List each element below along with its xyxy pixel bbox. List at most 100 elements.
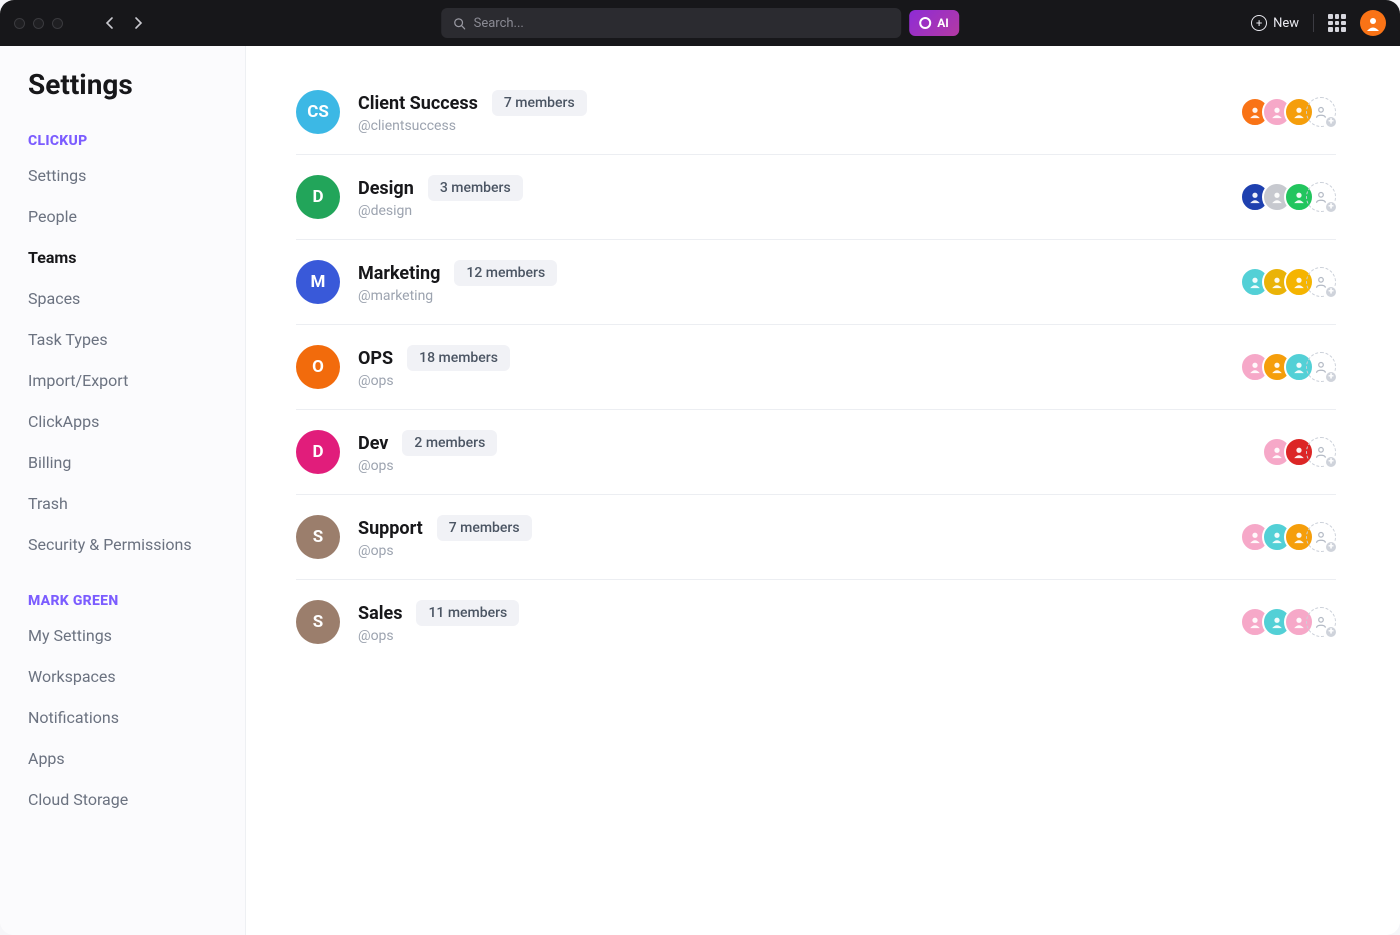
person-icon (1270, 445, 1284, 459)
person-icon (1292, 190, 1306, 204)
team-badge: D (296, 175, 340, 219)
app-window: AI + New Settings CLICKUP Settings Peopl… (0, 0, 1400, 935)
sidebar-item-notifications[interactable]: Notifications (0, 697, 245, 738)
person-icon (1248, 105, 1262, 119)
add-member-button[interactable]: + (1306, 352, 1336, 382)
team-badge: S (296, 600, 340, 644)
add-member-button[interactable]: + (1306, 267, 1336, 297)
close-dot[interactable] (14, 18, 25, 29)
person-icon (1292, 275, 1306, 289)
sidebar-item-apps[interactable]: Apps (0, 738, 245, 779)
sidebar-item-workspaces[interactable]: Workspaces (0, 656, 245, 697)
plus-icon: + (1324, 200, 1338, 214)
team-row[interactable]: O OPS 18 members @ops + (296, 325, 1336, 410)
new-label: New (1273, 16, 1299, 31)
team-row[interactable]: D Dev 2 members @ops + (296, 410, 1336, 495)
ai-button[interactable]: AI (909, 10, 959, 36)
team-row[interactable]: D Design3 members@design + (296, 155, 1336, 240)
sidebar-group-workspace: CLICKUP (0, 123, 245, 155)
apps-grid-icon[interactable] (1328, 14, 1346, 32)
team-info: Client Success7 members@clientsuccess (358, 90, 587, 134)
sidebar: Settings CLICKUP Settings People Teams S… (0, 46, 246, 935)
team-info: Sales11 members@ops (358, 600, 519, 644)
search-bar[interactable] (441, 8, 901, 38)
add-member-button[interactable]: + (1306, 182, 1336, 212)
team-info: Design3 members@design (358, 175, 523, 219)
team-name-line: OPS 18 members (358, 345, 510, 371)
member-count-chip: 11 members (416, 600, 519, 626)
titlebar: AI + New (0, 0, 1400, 46)
add-member-button[interactable]: + (1306, 437, 1336, 467)
window-controls (14, 18, 63, 29)
minimize-dot[interactable] (33, 18, 44, 29)
member-avatars: + (1240, 607, 1336, 637)
team-badge: O (296, 345, 340, 389)
member-count-chip: 12 members (454, 260, 557, 286)
team-name-line: Sales11 members (358, 600, 519, 626)
person-icon (1248, 530, 1262, 544)
back-button[interactable] (99, 12, 121, 34)
plus-icon: + (1324, 625, 1338, 639)
sidebar-item-security[interactable]: Security & Permissions (0, 524, 245, 565)
person-icon (1292, 360, 1306, 374)
plus-circle-icon: + (1251, 15, 1267, 31)
team-row[interactable]: S Support7 members@ops + (296, 495, 1336, 580)
member-avatars: + (1240, 522, 1336, 552)
maximize-dot[interactable] (52, 18, 63, 29)
add-member-button[interactable]: + (1306, 97, 1336, 127)
person-icon (1248, 615, 1262, 629)
sidebar-item-import-export[interactable]: Import/Export (0, 360, 245, 401)
main-content: CS Client Success7 members@clientsuccess +… (246, 46, 1400, 935)
member-count-chip: 2 members (402, 430, 497, 456)
sidebar-item-clickapps[interactable]: ClickApps (0, 401, 245, 442)
sidebar-item-task-types[interactable]: Task Types (0, 319, 245, 360)
forward-button[interactable] (127, 12, 149, 34)
team-badge: D (296, 430, 340, 474)
new-button[interactable]: + New (1251, 15, 1299, 31)
person-icon (1292, 105, 1306, 119)
sidebar-item-teams[interactable]: Teams (0, 237, 245, 278)
sidebar-item-cloud-storage[interactable]: Cloud Storage (0, 779, 245, 820)
person-icon (1248, 190, 1262, 204)
team-name: OPS (358, 348, 393, 369)
team-info: OPS 18 members @ops (358, 345, 510, 389)
team-handle: @ops (358, 458, 497, 474)
team-info: Dev 2 members @ops (358, 430, 497, 474)
team-row[interactable]: M Marketing 12 members @marketing + (296, 240, 1336, 325)
team-row[interactable]: S Sales11 members@ops + (296, 580, 1336, 664)
team-info: Support7 members@ops (358, 515, 532, 559)
team-name-line: Dev 2 members (358, 430, 497, 456)
plus-icon: + (1324, 115, 1338, 129)
team-badge: S (296, 515, 340, 559)
member-count-chip: 7 members (437, 515, 532, 541)
person-icon (1270, 190, 1284, 204)
sidebar-item-settings[interactable]: Settings (0, 155, 245, 196)
add-member-button[interactable]: + (1306, 607, 1336, 637)
add-member-button[interactable]: + (1306, 522, 1336, 552)
plus-icon: + (1324, 285, 1338, 299)
topbar-right: + New (1251, 10, 1386, 36)
team-name: Marketing (358, 263, 440, 284)
team-badge: M (296, 260, 340, 304)
page-title: Settings (0, 68, 245, 123)
team-row[interactable]: CS Client Success7 members@clientsuccess + (296, 84, 1336, 155)
sidebar-item-people[interactable]: People (0, 196, 245, 237)
person-icon (1270, 360, 1284, 374)
member-avatars: + (1262, 437, 1336, 467)
ai-label: AI (937, 16, 949, 30)
sidebar-item-trash[interactable]: Trash (0, 483, 245, 524)
user-avatar[interactable] (1360, 10, 1386, 36)
team-name: Design (358, 178, 414, 199)
team-badge: CS (296, 90, 340, 134)
team-name: Dev (358, 433, 388, 454)
team-handle: @ops (358, 373, 510, 389)
sidebar-item-spaces[interactable]: Spaces (0, 278, 245, 319)
plus-icon: + (1324, 370, 1338, 384)
search-input[interactable] (474, 16, 890, 31)
person-icon (1248, 275, 1262, 289)
member-count-chip: 7 members (492, 90, 587, 116)
member-count-chip: 18 members (407, 345, 510, 371)
sidebar-item-billing[interactable]: Billing (0, 442, 245, 483)
team-handle: @marketing (358, 288, 557, 304)
sidebar-item-my-settings[interactable]: My Settings (0, 615, 245, 656)
